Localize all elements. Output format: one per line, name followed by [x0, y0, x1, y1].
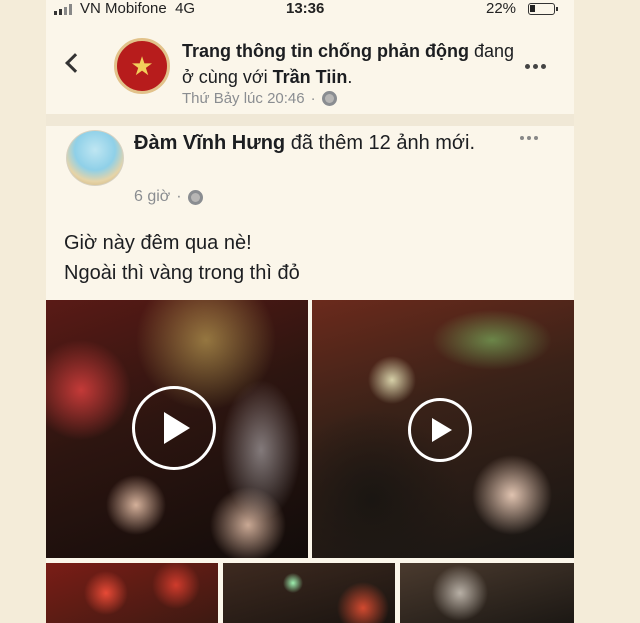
divider — [46, 114, 574, 126]
meta-separator: · — [176, 188, 182, 205]
play-icon[interactable] — [132, 386, 216, 470]
tagged-name[interactable]: Trần Tiin — [273, 67, 348, 87]
shared-post-timestamp[interactable]: 6 giờ — [134, 188, 170, 206]
screen: VN Mobifone 4G 13:36 22% ★ Trang thông t… — [46, 0, 574, 623]
status-bar: VN Mobifone 4G 13:36 22% — [46, 0, 574, 20]
author-name[interactable]: Đàm Vĩnh Hưng — [134, 132, 285, 154]
shared-post-more-icon[interactable] — [520, 133, 544, 143]
action-text: đã thêm 12 ảnh mới. — [285, 132, 476, 154]
police-star-emblem-icon: ★ — [130, 51, 154, 81]
shared-post-meta: 6 giờ · — [134, 188, 203, 206]
post-timestamp[interactable]: Thứ Bảy lúc 20:46 — [182, 90, 305, 107]
meta-separator: · — [310, 90, 316, 107]
signal-icon — [54, 4, 72, 15]
battery-level — [530, 5, 535, 12]
photo-thumbnail[interactable] — [400, 563, 574, 623]
status-time: 13:36 — [286, 0, 325, 17]
shared-post-header: Đàm Vĩnh Hưng đã thêm 12 ảnh mới. — [134, 128, 484, 158]
battery-icon — [528, 3, 558, 15]
status-carrier: VN Mobifone 4G — [80, 0, 196, 17]
page-avatar[interactable]: ★ — [114, 38, 170, 94]
globe-icon — [321, 91, 337, 106]
caption-line: Giờ này đêm qua nè! — [64, 232, 252, 254]
battery-percent: 22% — [486, 0, 517, 17]
author-avatar[interactable] — [66, 130, 124, 186]
header-title: Trang thông tin chống phản động đang ở c… — [182, 38, 522, 90]
tagged-suffix: . — [347, 67, 353, 87]
video-tile[interactable] — [46, 300, 308, 558]
more-options-icon[interactable] — [525, 61, 549, 71]
post-caption: Giờ này đêm qua nè! Ngoài thì vàng trong… — [64, 228, 300, 288]
video-tile[interactable] — [312, 300, 574, 558]
play-icon[interactable] — [408, 398, 472, 462]
back-chevron-icon[interactable] — [65, 53, 85, 73]
globe-icon — [187, 189, 203, 205]
page-name[interactable]: Trang thông tin chống phản động — [182, 41, 469, 61]
header-meta: Thứ Bảy lúc 20:46 · — [182, 90, 337, 107]
caption-line: Ngoài thì vàng trong thì đỏ — [64, 262, 300, 284]
photo-thumbnail[interactable] — [223, 563, 395, 623]
photo-thumbnail[interactable] — [46, 563, 218, 623]
